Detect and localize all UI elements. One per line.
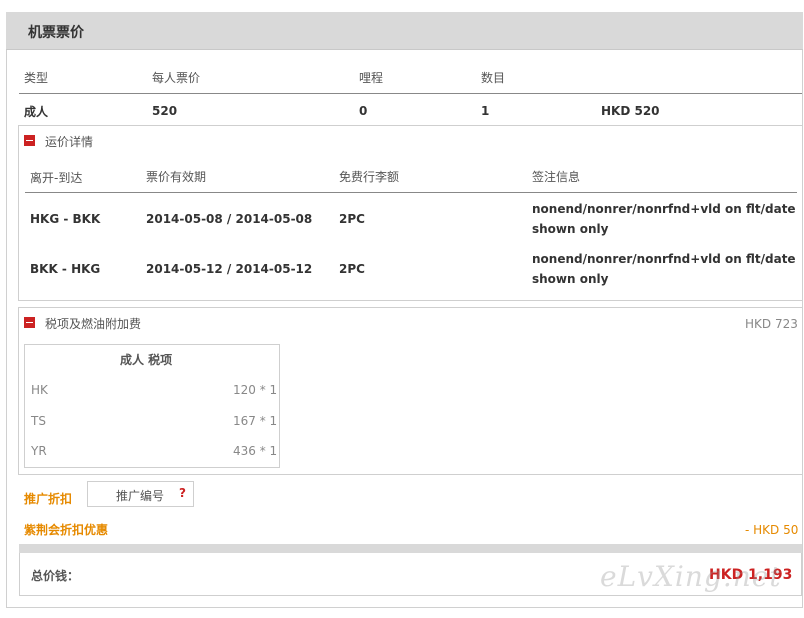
baggage: 2PC [339,212,365,226]
tax-code: TS [31,414,46,428]
promo-placeholder: 推广编号 [116,489,165,503]
total-label: 总价钱： [31,569,80,583]
endorsement-line1: nonend/nonrer/nonrfnd+vld on flt/date [532,252,796,266]
mileage-value: 0 [359,104,368,118]
member-discount-amount: - HKD 50 [745,523,799,537]
col-price: 每人票价 [152,71,201,85]
member-discount-label: 紫荆会折扣优惠 [24,523,109,537]
tax-amount: 167 * 1 [233,414,278,428]
endorsement-line1: nonend/nonrer/nonrfnd+vld on flt/date [532,202,796,216]
validity: 2014-05-12 / 2014-05-12 [146,262,313,276]
tax-code: HK [31,383,48,397]
panel-header: 机票票价 [6,12,803,50]
col-endorsement: 签注信息 [532,170,581,184]
count-value: 1 [481,104,490,118]
validity: 2014-05-08 / 2014-05-08 [146,212,313,226]
tax-table-title: 成人 税项 [120,353,173,367]
minus-square-icon[interactable] [24,317,35,328]
col-route: 离开-到达 [30,171,83,185]
promo-code-input[interactable]: 推广编号 ? [87,481,194,507]
tax-code: YR [31,444,47,458]
unit-price: 520 [152,104,178,118]
route: HKG - BKK [30,212,101,226]
endorsement-line2: shown only [532,272,609,286]
col-type: 类型 [24,71,49,85]
summary-divider [19,93,802,94]
fare-details-divider [25,192,797,193]
watermark: eLvXing.net [600,560,782,593]
passenger-type: 成人 [24,105,49,119]
tax-amount: 436 * 1 [233,444,278,458]
col-mileage: 哩程 [359,71,384,85]
minus-square-icon[interactable] [24,135,35,146]
baggage: 2PC [339,262,365,276]
help-icon[interactable]: ? [179,486,186,500]
promo-label: 推广折扣 [24,492,73,506]
col-count: 数目 [481,71,506,85]
col-baggage: 免费行李额 [339,170,400,184]
page-title: 机票票价 [28,25,84,41]
taxes-total: HKD 723 [745,317,798,331]
tax-amount: 120 * 1 [233,383,278,397]
fare-details-title[interactable]: 运价详情 [45,133,93,150]
endorsement-line2: shown only [532,222,609,236]
total-divider [19,544,802,553]
taxes-title[interactable]: 税项及燃油附加费 [45,315,141,332]
route: BKK - HKG [30,262,101,276]
row-total: HKD 520 [601,104,660,118]
col-validity: 票价有效期 [146,170,207,184]
